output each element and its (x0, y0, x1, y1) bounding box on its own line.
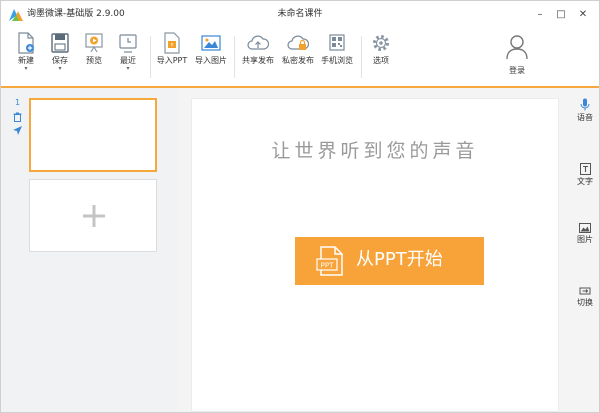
maximize-button[interactable]: □ (553, 7, 569, 23)
recent-icon (119, 34, 137, 53)
new-button[interactable]: 新建 ▾ (11, 32, 41, 82)
recent-caret-icon: ▾ (126, 65, 130, 72)
slogan-text: 让世界听到您的声音 (271, 140, 479, 162)
side-toolbar: 语音 文字 图片 切换 (571, 88, 599, 412)
preview-icon (85, 33, 103, 53)
new-file-icon (18, 32, 34, 54)
add-slide-button[interactable] (29, 179, 157, 252)
options-gear-icon (373, 35, 389, 51)
slide-thumbnail[interactable] (29, 98, 157, 172)
image-tool-label: 图片 (577, 235, 593, 244)
user-avatar-icon (506, 35, 528, 60)
share-publish-icon (247, 35, 269, 50)
import-ppt-button[interactable]: P 导入PPT (155, 32, 189, 82)
mobile-browse-button[interactable]: 手机浏览 (319, 32, 355, 82)
login-label: 登录 (509, 66, 525, 75)
minimize-button[interactable]: – (532, 7, 548, 23)
ppt-file-icon: PPT (316, 246, 343, 276)
transition-tool-button[interactable]: 切换 (571, 286, 599, 308)
private-publish-icon (287, 35, 309, 50)
toolbar-divider (361, 36, 362, 78)
text-tool-button[interactable]: 文字 (571, 163, 599, 187)
start-from-ppt-button[interactable]: PPT 从PPT开始 (295, 237, 484, 285)
canvas-area: 让世界听到您的声音 PPT 从PPT开始 (177, 88, 571, 412)
mobile-browse-icon (329, 34, 345, 51)
import-image-icon (201, 35, 221, 51)
save-button[interactable]: 保存 ▾ (45, 32, 75, 82)
transition-tool-label: 切换 (577, 298, 593, 307)
import-ppt-icon: P (164, 32, 180, 54)
voice-tool-button[interactable]: 语音 (571, 98, 599, 123)
plus-icon (83, 205, 105, 227)
options-button[interactable]: 选项 (367, 32, 395, 82)
text-icon (579, 163, 591, 175)
slide-list-panel: 1 (1, 88, 177, 412)
delete-slide-icon[interactable] (13, 112, 22, 122)
login-button[interactable]: 登录 (499, 34, 535, 82)
send-slide-icon[interactable] (13, 126, 22, 135)
slide-number: 1 (15, 98, 21, 107)
options-label: 选项 (373, 56, 389, 65)
main-toolbar: 新建 ▾ 保存 ▾ 预览 最近 ▾ P 导入PPT 导入图片 共享发布 私密发布… (1, 28, 599, 86)
slide-canvas[interactable]: 让世界听到您的声音 PPT 从PPT开始 (191, 98, 559, 412)
title-bar: 询墨微课-基础版 2.9.00 未命名课件 – □ ✕ (1, 1, 599, 28)
transition-icon (579, 287, 591, 295)
text-tool-label: 文字 (577, 177, 593, 186)
import-image-button[interactable]: 导入图片 (193, 32, 229, 82)
toolbar-divider (234, 36, 235, 78)
share-publish-label: 共享发布 (242, 56, 274, 65)
import-ppt-label: 导入PPT (156, 56, 188, 65)
mobile-browse-label: 手机浏览 (321, 56, 353, 65)
new-caret-icon: ▾ (24, 65, 28, 72)
image-tool-button[interactable]: 图片 (571, 223, 599, 245)
ppt-icon-text: PPT (321, 262, 334, 270)
preview-label: 预览 (86, 56, 102, 65)
document-title: 未命名课件 (277, 9, 323, 19)
import-image-label: 导入图片 (195, 56, 227, 65)
share-publish-button[interactable]: 共享发布 (240, 32, 276, 82)
recent-button[interactable]: 最近 ▾ (113, 32, 143, 82)
image-icon (579, 223, 591, 233)
close-button[interactable]: ✕ (575, 7, 591, 23)
save-caret-icon: ▾ (58, 65, 62, 72)
preview-button[interactable]: 预览 (79, 32, 109, 82)
toolbar-divider (150, 36, 151, 78)
save-icon (51, 33, 69, 53)
private-publish-button[interactable]: 私密发布 (280, 32, 316, 82)
app-window: 询墨微课-基础版 2.9.00 未命名课件 – □ ✕ 新建 ▾ 保存 ▾ 预览… (0, 0, 600, 413)
private-publish-label: 私密发布 (282, 56, 314, 65)
start-from-ppt-label: 从PPT开始 (356, 249, 443, 270)
voice-tool-label: 语音 (577, 113, 593, 122)
microphone-icon (580, 98, 590, 111)
svg-text:P: P (171, 43, 174, 49)
